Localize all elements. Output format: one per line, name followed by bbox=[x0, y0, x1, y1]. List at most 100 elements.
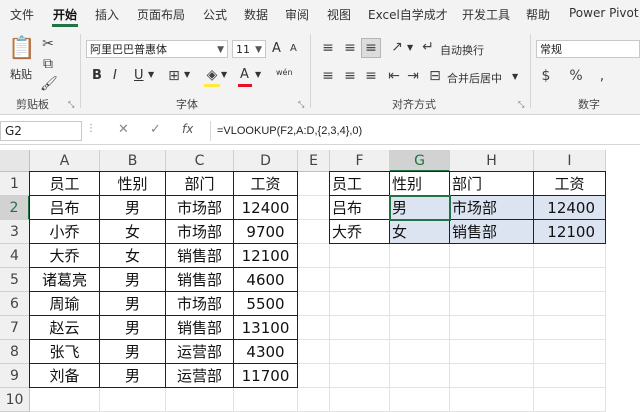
clipboard-launcher-icon[interactable]: ⤡ bbox=[68, 100, 74, 110]
grid-cell[interactable] bbox=[534, 364, 606, 388]
grid-cell[interactable] bbox=[534, 268, 606, 292]
table-cell[interactable]: 11700 bbox=[234, 364, 298, 388]
grid-cell[interactable] bbox=[390, 292, 450, 316]
row-header-1[interactable]: 1 bbox=[0, 172, 30, 196]
cancel-icon[interactable]: ✕ bbox=[118, 122, 129, 137]
tab-data[interactable]: 数据 bbox=[244, 6, 268, 23]
table-cell[interactable]: 女 bbox=[100, 244, 166, 268]
table-cell[interactable]: 销售部 bbox=[166, 244, 234, 268]
grid-cell[interactable] bbox=[534, 244, 606, 268]
chevron-down-icon[interactable]: ▼ bbox=[255, 41, 262, 59]
grid-cell[interactable] bbox=[450, 316, 534, 340]
fill-color-icon[interactable]: ◈ bbox=[204, 67, 220, 83]
table-cell[interactable]: 吕布 bbox=[330, 196, 390, 220]
shrink-font-icon[interactable]: A bbox=[290, 43, 297, 54]
row-header-9[interactable]: 9 bbox=[0, 364, 30, 388]
row-header-4[interactable]: 4 bbox=[0, 244, 30, 268]
grid-cell[interactable] bbox=[534, 292, 606, 316]
table-cell[interactable]: 女 bbox=[100, 220, 166, 244]
grid-cell[interactable] bbox=[298, 220, 330, 244]
percent-style-icon[interactable]: % bbox=[568, 68, 584, 84]
align-center-icon[interactable]: ≡ bbox=[342, 68, 358, 84]
tab-file[interactable]: 文件 bbox=[10, 6, 34, 23]
grid-cell[interactable] bbox=[450, 244, 534, 268]
grid-cell[interactable] bbox=[100, 388, 166, 412]
table-cell[interactable]: 大乔 bbox=[330, 220, 390, 244]
row-header-10[interactable]: 10 bbox=[0, 388, 30, 412]
grid-cell[interactable] bbox=[298, 196, 330, 220]
alignment-launcher-icon[interactable]: ⤡ bbox=[518, 100, 524, 110]
grid-cell[interactable] bbox=[390, 364, 450, 388]
table-cell[interactable]: 诸葛亮 bbox=[30, 268, 100, 292]
column-header-c[interactable]: C bbox=[166, 150, 234, 172]
enter-icon[interactable]: ✓ bbox=[150, 122, 161, 137]
grid-cell[interactable] bbox=[450, 340, 534, 364]
grid-cell[interactable] bbox=[390, 388, 450, 412]
font-name-combo[interactable]: 阿里巴巴普惠体 ▼ bbox=[86, 40, 228, 58]
table-cell[interactable]: 女 bbox=[390, 220, 450, 244]
row-header-5[interactable]: 5 bbox=[0, 268, 30, 292]
wrap-text-icon[interactable]: ↵ bbox=[420, 39, 436, 55]
grid-cell[interactable] bbox=[298, 340, 330, 364]
font-size-combo[interactable]: 11 ▼ bbox=[232, 40, 266, 58]
align-top-icon[interactable]: ≡ bbox=[320, 40, 336, 56]
insert-function-icon[interactable]: fx bbox=[182, 122, 193, 136]
tab-excel-zixue[interactable]: Excel自学成才 bbox=[368, 6, 448, 23]
grid-cell[interactable] bbox=[330, 388, 390, 412]
tab-power-pivot[interactable]: Power Pivot bbox=[569, 6, 639, 20]
tab-help[interactable]: 帮助 bbox=[526, 6, 550, 23]
table-cell[interactable]: 吕布 bbox=[30, 196, 100, 220]
grid-cell[interactable] bbox=[298, 388, 330, 412]
paste-icon[interactable]: 📋 bbox=[8, 36, 35, 62]
tab-view[interactable]: 视图 bbox=[327, 6, 351, 23]
table-cell[interactable]: 市场部 bbox=[166, 292, 234, 316]
italic-button[interactable]: I bbox=[113, 68, 117, 83]
row-header-2[interactable]: 2 bbox=[0, 196, 30, 220]
tab-insert[interactable]: 插入 bbox=[95, 6, 119, 23]
grid-cell[interactable] bbox=[166, 388, 234, 412]
table-cell[interactable]: 12100 bbox=[534, 220, 606, 244]
table-cell[interactable]: 4300 bbox=[234, 340, 298, 364]
paste-button-label[interactable]: 粘贴 bbox=[10, 66, 32, 82]
grid-cell[interactable] bbox=[390, 316, 450, 340]
table-cell[interactable]: 4600 bbox=[234, 268, 298, 292]
more-options-icon[interactable]: ⋮ bbox=[86, 123, 96, 134]
column-header-b[interactable]: B bbox=[100, 150, 166, 172]
font-launcher-icon[interactable]: ⤡ bbox=[298, 100, 304, 110]
grid-cell[interactable] bbox=[330, 364, 390, 388]
merge-center-button[interactable]: 合并后居中 bbox=[447, 70, 502, 86]
table-cell[interactable]: 男 bbox=[100, 316, 166, 340]
grid-cell[interactable] bbox=[450, 268, 534, 292]
align-bottom-icon[interactable]: ≡ bbox=[363, 40, 379, 56]
table-cell[interactable]: 12400 bbox=[234, 196, 298, 220]
format-painter-icon[interactable]: 🖌 bbox=[40, 76, 58, 92]
tab-formulas[interactable]: 公式 bbox=[203, 6, 227, 23]
chevron-down-icon[interactable]: ▼ bbox=[221, 70, 227, 79]
table-cell[interactable]: 刘备 bbox=[30, 364, 100, 388]
comma-style-icon[interactable]: , bbox=[594, 68, 610, 84]
row-header-3[interactable]: 3 bbox=[0, 220, 30, 244]
number-format-combo[interactable]: 常规 bbox=[536, 40, 640, 58]
column-header-d[interactable]: D bbox=[234, 150, 298, 172]
grid-cell[interactable] bbox=[330, 340, 390, 364]
table-cell[interactable]: 市场部 bbox=[166, 196, 234, 220]
grid-cell[interactable] bbox=[534, 340, 606, 364]
chevron-down-icon[interactable]: ▼ bbox=[512, 72, 518, 81]
orientation-icon[interactable]: ↗ bbox=[389, 39, 405, 55]
grid-cell[interactable] bbox=[450, 292, 534, 316]
grid-cell[interactable] bbox=[330, 292, 390, 316]
column-header-h[interactable]: H bbox=[450, 150, 534, 172]
column-header-f[interactable]: F bbox=[330, 150, 390, 172]
name-box[interactable]: G2 bbox=[0, 121, 82, 141]
select-all-corner[interactable] bbox=[0, 150, 30, 172]
table-cell[interactable]: 运营部 bbox=[166, 364, 234, 388]
column-header-a[interactable]: A bbox=[30, 150, 100, 172]
cut-icon[interactable]: ✂ bbox=[40, 36, 56, 52]
tab-review[interactable]: 审阅 bbox=[285, 6, 309, 23]
grid-cell[interactable] bbox=[390, 268, 450, 292]
tab-page-layout[interactable]: 页面布局 bbox=[137, 6, 185, 23]
chevron-down-icon[interactable]: ▼ bbox=[148, 70, 154, 79]
align-right-icon[interactable]: ≡ bbox=[363, 68, 379, 84]
row-header-6[interactable]: 6 bbox=[0, 292, 30, 316]
decrease-indent-icon[interactable]: ⇤ bbox=[386, 68, 402, 84]
